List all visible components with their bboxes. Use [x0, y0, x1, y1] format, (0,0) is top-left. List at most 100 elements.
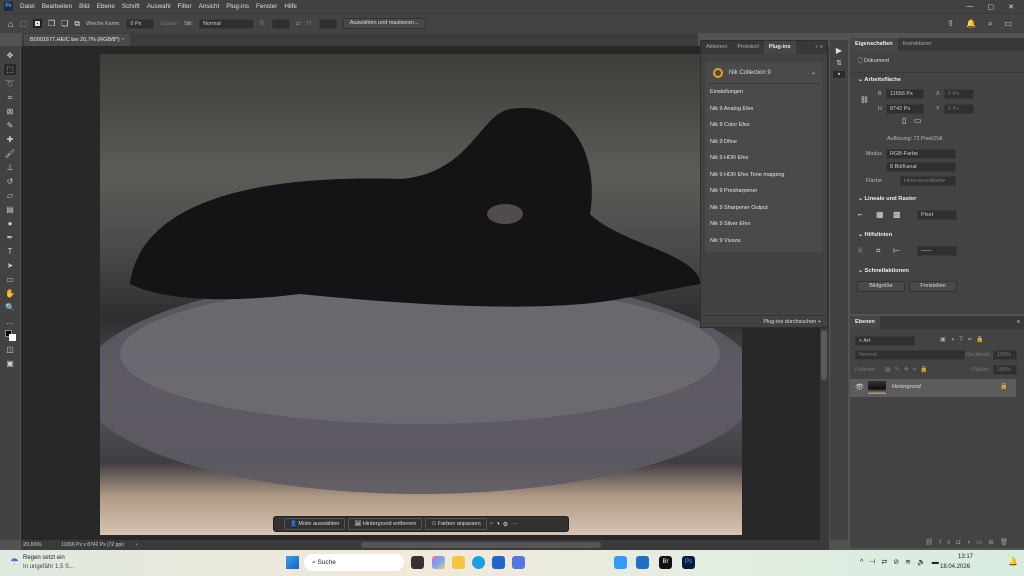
- menu-hilfe[interactable]: Hilfe: [284, 3, 297, 10]
- chevron-down-icon[interactable]: ⌄: [811, 69, 816, 76]
- landscape-icon[interactable]: ▭: [914, 116, 922, 125]
- tab-protokoll[interactable]: Protokoll: [732, 41, 763, 54]
- tab-eigenschaften[interactable]: Eigenschaften: [850, 38, 898, 51]
- chat-icon[interactable]: [614, 556, 627, 569]
- bit-depth-select[interactable]: 8 Bit/Kanal: [886, 162, 956, 172]
- fill-input[interactable]: 100%: [993, 365, 1017, 375]
- maximize-button[interactable]: ▢: [988, 3, 995, 11]
- add-selection-icon[interactable]: ❐: [48, 19, 55, 28]
- plugin-item[interactable]: Nik 9 Silver Efex: [705, 216, 823, 233]
- tab-plugins[interactable]: Plug-ins: [763, 41, 796, 54]
- units-select[interactable]: Pixel: [917, 210, 957, 220]
- adjust-colors-button[interactable]: ⚇ Farben anpassen: [425, 518, 487, 530]
- ruler-icon[interactable]: ⌐: [858, 210, 863, 219]
- brush-tool-icon[interactable]: 🖌: [4, 148, 16, 159]
- collapse-icon[interactable]: ⌄: [858, 77, 863, 83]
- home-icon[interactable]: ⌂: [8, 19, 13, 29]
- image-size-button[interactable]: Bildgröße: [857, 281, 905, 292]
- crop-remove-button[interactable]: Freistellen: [909, 281, 957, 292]
- workspace-icon[interactable]: ▭: [1004, 19, 1012, 29]
- grid-icon[interactable]: ▦: [876, 210, 884, 219]
- menu-bild[interactable]: Bild: [79, 3, 90, 10]
- color-swatches-icon[interactable]: [4, 330, 16, 341]
- history-icon[interactable]: ⇅: [830, 59, 848, 67]
- notification-icon[interactable]: 🔔: [966, 19, 976, 29]
- settings-icon[interactable]: ⚙: [503, 521, 508, 528]
- healing-tool-icon[interactable]: ✚: [4, 134, 16, 145]
- panel-menu-icon[interactable]: ≡: [1017, 316, 1024, 329]
- plugin-item[interactable]: Nik 9 Viveza: [705, 233, 823, 250]
- select-subject-button[interactable]: 👤 Motiv auswählen: [284, 518, 346, 530]
- eyedropper-tool-icon[interactable]: ✎: [4, 120, 16, 131]
- crop-tool-icon[interactable]: ⌗: [4, 92, 16, 103]
- vertical-scroll-thumb[interactable]: [821, 330, 827, 380]
- start-button[interactable]: [286, 556, 299, 569]
- collection-name[interactable]: Nik Collection 9: [729, 70, 771, 76]
- pen-tool-icon[interactable]: ✒: [4, 232, 16, 243]
- clock-date[interactable]: 18.04.2026: [940, 564, 970, 570]
- visibility-eye-icon[interactable]: 👁: [855, 383, 864, 391]
- close-window-button[interactable]: ✕: [1008, 3, 1014, 11]
- type-tool-icon[interactable]: T: [4, 246, 16, 257]
- x-input[interactable]: 0 Px: [944, 89, 974, 99]
- guides-lock-icon[interactable]: ⌗: [876, 246, 881, 256]
- opacity-input[interactable]: 100%: [993, 350, 1017, 360]
- height-input[interactable]: [318, 18, 337, 29]
- screen-mode-icon[interactable]: ▣: [4, 358, 16, 369]
- document-image[interactable]: [100, 54, 742, 535]
- horizontal-scrollbar[interactable]: [361, 542, 601, 548]
- link-icon[interactable]: ⛓: [860, 96, 869, 104]
- guides-icon[interactable]: #: [858, 246, 862, 255]
- layer-row[interactable]: 👁 Hintergrund 🔒: [850, 379, 1016, 397]
- path-select-icon[interactable]: ➤: [4, 260, 16, 271]
- search-icon[interactable]: ⌕: [988, 19, 992, 29]
- tab-korrekturen[interactable]: Korrekturen: [898, 38, 937, 51]
- play-icon[interactable]: ▶: [830, 46, 848, 55]
- collapse-icon[interactable]: ⌄: [858, 268, 863, 274]
- guide-style-select[interactable]: ——: [917, 246, 957, 256]
- document-tab[interactable]: B0001677.HEIC bei 20,7% (RGB/8*) ×: [24, 34, 131, 46]
- new-selection-icon[interactable]: [33, 19, 42, 28]
- pixel-grid-icon[interactable]: ▩: [893, 210, 901, 219]
- adjustment-icon[interactable]: ◑: [496, 521, 500, 527]
- feather-input[interactable]: 0 Px: [126, 18, 155, 29]
- quick-mask-icon[interactable]: ◫: [4, 344, 16, 355]
- lock-icons[interactable]: ▦✎✥⌗🔒: [885, 366, 932, 374]
- rectangle-tool-icon[interactable]: ▭: [4, 274, 16, 285]
- frame-tool-icon[interactable]: ⊠: [4, 106, 16, 117]
- share-icon[interactable]: ⇪: [947, 19, 954, 29]
- panel-menu-icon[interactable]: » ≡: [815, 41, 827, 54]
- dodge-tool-icon[interactable]: ●: [4, 218, 16, 229]
- zoom-level[interactable]: 20,66%: [23, 542, 42, 548]
- plugin-item[interactable]: Einstellungen: [705, 84, 823, 101]
- marquee-preset-icon[interactable]: ⬚: [19, 19, 27, 28]
- layer-filter-select[interactable]: ⌕ Art: [855, 336, 915, 346]
- canvas-width-input[interactable]: 11656 Px: [886, 89, 924, 99]
- smart-guides-icon[interactable]: ⊢: [893, 246, 900, 255]
- minimize-button[interactable]: —: [967, 3, 974, 11]
- collapse-icon[interactable]: ⌄: [858, 232, 863, 238]
- bridge-icon[interactable]: Br: [659, 556, 672, 569]
- store-icon[interactable]: [492, 556, 505, 569]
- antialias-checkbox[interactable]: Glätten: [160, 21, 178, 27]
- marquee-tool-icon[interactable]: ⬚: [4, 64, 16, 75]
- plugin-item[interactable]: Nik 9 Presharpener: [705, 183, 823, 200]
- transform-icon[interactable]: ⌗: [490, 521, 493, 528]
- menu-datei[interactable]: Datei: [20, 3, 35, 10]
- style-select[interactable]: Normal: [199, 18, 254, 29]
- mail-icon[interactable]: [512, 556, 525, 569]
- weather-icon[interactable]: ☂: [10, 557, 19, 568]
- file-explorer-icon[interactable]: [452, 556, 465, 569]
- status-expand-icon[interactable]: ›: [135, 542, 137, 548]
- search-box[interactable]: ⌕ Suche: [304, 554, 404, 571]
- menu-plugins[interactable]: Plug-ins: [226, 3, 249, 10]
- quick-actions-title[interactable]: Schnellaktionen: [864, 268, 908, 274]
- canvas-height-input[interactable]: 8742 Px: [886, 104, 924, 114]
- menu-filter[interactable]: Filter: [178, 3, 192, 10]
- layer-name[interactable]: Hintergrund: [892, 384, 921, 390]
- mode-select[interactable]: RGB-Farbe: [886, 149, 956, 159]
- hand-tool-icon[interactable]: ✋: [4, 288, 16, 299]
- photoshop-taskbar-icon[interactable]: Ps: [682, 556, 695, 569]
- browse-plugins-link[interactable]: Plug-ins durchsuchen: [763, 319, 816, 325]
- layer-lock-icon[interactable]: 🔒: [1000, 383, 1007, 390]
